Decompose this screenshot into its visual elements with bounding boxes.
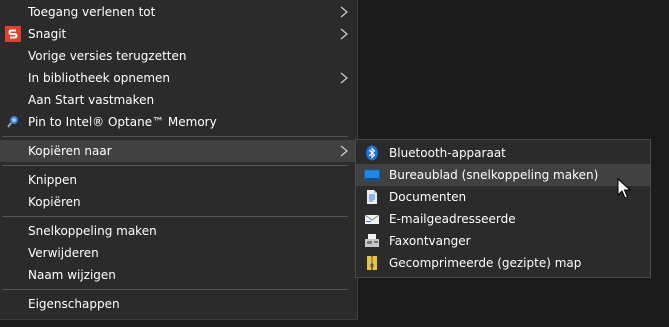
submenu-item-bluetooth[interactable]: Bluetooth-apparaat (356, 142, 650, 164)
submenu-item-bureaublad[interactable]: Bureaublad (snelkoppeling maken) (356, 164, 650, 186)
context-menu: Toegang verlenen tot Snagit Vorige versi… (0, 0, 358, 320)
submenu-item-label: E-mailgeadresseerde (389, 212, 516, 226)
menu-item-label: Pin to Intel® Optane™ Memory (28, 115, 217, 129)
submenu-item-fax[interactable]: Faxontvanger (356, 230, 650, 252)
menu-item-in-bibliotheek-opnemen[interactable]: In bibliotheek opnemen (0, 67, 357, 89)
bluetooth-icon (366, 145, 378, 161)
menu-item-snagit[interactable]: Snagit (0, 23, 357, 45)
menu-item-knippen[interactable]: Knippen (0, 169, 357, 191)
fax-icon (365, 234, 379, 247)
submenu-item-zip[interactable]: Gecomprimeerde (gezipte) map (356, 252, 650, 274)
submenu-item-email[interactable]: E-mailgeadresseerde (356, 208, 650, 230)
chevron-right-icon (340, 6, 348, 18)
desktop-icon (364, 169, 380, 181)
submenu-item-label: Bluetooth-apparaat (389, 146, 506, 160)
menu-item-label: Aan Start vastmaken (28, 93, 155, 107)
menu-item-label: Kopiëren (28, 195, 81, 209)
menu-item-label: Toegang verlenen tot (28, 5, 156, 19)
menu-item-label: Kopiëren naar (28, 144, 112, 158)
send-to-submenu: Bluetooth-apparaat Bureaublad (snelkoppe… (355, 139, 651, 278)
menu-item-label: Snelkoppeling maken (28, 224, 157, 238)
menu-item-toegang-verlenen-tot[interactable]: Toegang verlenen tot (0, 1, 357, 23)
mouse-pointer-icon (617, 178, 631, 199)
documents-icon (367, 190, 377, 204)
submenu-item-label: Faxontvanger (389, 234, 471, 248)
menu-item-label: Verwijderen (28, 246, 99, 260)
optane-icon (7, 116, 18, 128)
snagit-icon (5, 26, 21, 42)
submenu-item-documenten[interactable]: Documenten (356, 186, 650, 208)
submenu-item-label: Bureaublad (snelkoppeling maken) (389, 168, 599, 182)
menu-separator (2, 289, 348, 290)
submenu-item-label: Gecomprimeerde (gezipte) map (389, 256, 582, 270)
menu-item-label: Vorige versies terugzetten (28, 49, 187, 63)
menu-item-kopieren[interactable]: Kopiëren (0, 191, 357, 213)
menu-item-label: Knippen (28, 173, 78, 187)
menu-item-label: Naam wijzigen (28, 268, 116, 282)
menu-separator (2, 216, 348, 217)
menu-item-label: Snagit (28, 27, 67, 41)
menu-item-vorige-versies[interactable]: Vorige versies terugzetten (0, 45, 357, 67)
chevron-right-icon (340, 28, 348, 40)
chevron-right-icon (340, 72, 348, 84)
menu-item-pin-to-optane[interactable]: Pin to Intel® Optane™ Memory (0, 111, 357, 133)
menu-item-label: Eigenschappen (28, 297, 120, 311)
menu-item-naam-wijzigen[interactable]: Naam wijzigen (0, 264, 357, 286)
submenu-item-label: Documenten (389, 190, 467, 204)
zip-folder-icon (367, 256, 377, 270)
mail-icon (364, 214, 380, 224)
menu-item-aan-start-vastmaken[interactable]: Aan Start vastmaken (0, 89, 357, 111)
menu-item-label: In bibliotheek opnemen (28, 71, 171, 85)
menu-item-verwijderen[interactable]: Verwijderen (0, 242, 357, 264)
menu-separator (2, 136, 348, 137)
menu-item-snelkoppeling-maken[interactable]: Snelkoppeling maken (0, 220, 357, 242)
menu-item-eigenschappen[interactable]: Eigenschappen (0, 293, 357, 315)
chevron-right-icon (340, 145, 348, 157)
menu-item-kopieren-naar[interactable]: Kopiëren naar (0, 140, 357, 162)
menu-separator (2, 165, 348, 166)
